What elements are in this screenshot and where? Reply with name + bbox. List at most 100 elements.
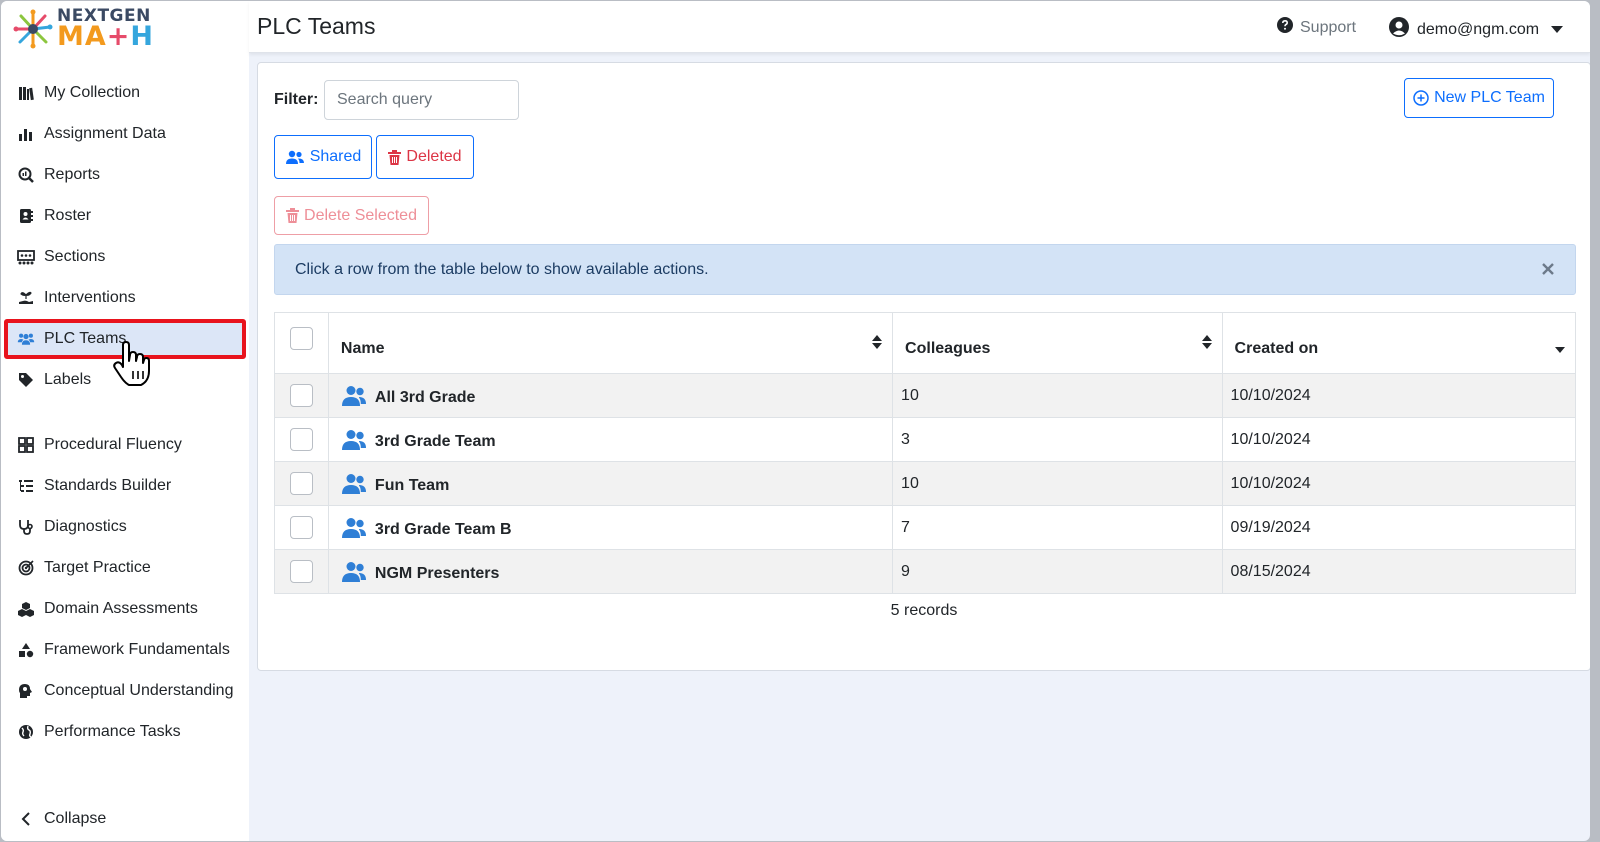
brain-head-icon [17,682,35,700]
created-on-cell: 10/10/2024 [1221,462,1575,505]
row-checkbox[interactable] [289,560,313,583]
colleagues-cell: 9 [892,550,1222,593]
top-header: PLC Teams Support demo@ngm.com [249,1,1590,53]
sidebar: NEXTGEN MA+H My Collection Assignment Da… [1,1,249,841]
sidebar-item-my-collection[interactable]: My Collection [9,73,241,113]
team-name: All 3rd Grade [374,388,476,406]
table-row[interactable]: NGM Presenters 9 08/15/2024 [275,549,1575,593]
shared-button[interactable]: Shared [274,135,372,179]
users-icon [341,473,367,495]
sidebar-item-label: Domain Assessments [44,600,198,617]
sidebar-item-label: Reports [44,166,101,183]
sidebar-item-assignment-data[interactable]: Assignment Data [9,114,241,154]
sidebar-item-reports[interactable]: Reports [9,155,241,195]
sidebar-item-framework-fundamentals[interactable]: Framework Fundamentals [9,630,241,670]
sidebar-item-label: Procedural Fluency [44,436,182,453]
logo-burst-icon [13,9,53,49]
users-icon [341,385,367,407]
sidebar-item-sections[interactable]: Sections [9,237,241,277]
user-circle-icon [1389,17,1409,42]
sidebar-collapse-button[interactable]: Collapse [9,799,241,839]
list-tree-icon [17,477,35,495]
row-select-cell [275,418,328,461]
users-icon [17,330,35,348]
page-title: PLC Teams [257,13,376,39]
table-row[interactable]: Fun Team 10 10/10/2024 [275,461,1575,505]
row-select-cell [275,462,328,505]
logo[interactable]: NEXTGEN MA+H [13,5,163,53]
sidebar-item-label: Interventions [44,289,136,306]
table-row[interactable]: 3rd Grade Team 3 10/10/2024 [275,417,1575,461]
sidebar-item-standards-builder[interactable]: Standards Builder [9,466,241,506]
column-header-label: Created on [1234,340,1319,357]
users-icon [341,561,367,583]
sidebar-item-label: My Collection [44,84,141,101]
select-all-checkbox[interactable] [289,326,313,350]
records-count: 5 records [890,602,958,619]
support-link[interactable]: Support [1277,17,1356,38]
new-plc-team-button[interactable]: New PLC Team [1404,78,1554,118]
trash-icon [286,208,300,223]
hand-pointer-cursor-icon [113,341,150,386]
table-row[interactable]: All 3rd Grade 10 10/10/2024 [275,373,1575,417]
alert-text: Click a row from the table below to show… [295,261,709,278]
sidebar-item-procedural-fluency[interactable]: Procedural Fluency [9,425,241,465]
column-header-created-on[interactable]: Created on [1221,313,1575,373]
sidebar-item-conceptual-understanding[interactable]: Conceptual Understanding [9,671,241,711]
name-cell: 3rd Grade Team B [327,506,892,549]
filter-label: Filter: [274,91,319,108]
plc-teams-card: Filter: New PLC Team Shared Deleted Dele [257,62,1590,671]
search-input[interactable] [324,80,519,120]
sidebar-item-roster[interactable]: Roster [9,196,241,236]
logo-text-bottom: MA+H [57,21,154,52]
row-checkbox[interactable] [289,428,313,451]
name-cell: NGM Presenters [327,550,892,593]
grid-squares-icon [17,436,35,454]
column-header-label: Colleagues [905,340,991,357]
caret-down-icon [1551,21,1564,39]
sidebar-item-label: Framework Fundamentals [44,641,230,658]
created-on-cell: 08/15/2024 [1221,550,1575,593]
plus-circle-icon [1413,90,1429,106]
sidebar-item-label: Roster [44,207,92,224]
plc-teams-table: Name Colleagues Created on All 3rd Grade… [274,312,1576,594]
sidebar-item-target-practice[interactable]: Target Practice [9,548,241,588]
collapse-label: Collapse [44,810,107,827]
sidebar-item-diagnostics[interactable]: Diagnostics [9,507,241,547]
address-book-icon [17,207,35,225]
delete-selected-button[interactable]: Delete Selected [274,196,429,235]
column-header-label: Name [340,340,385,357]
colleagues-cell: 10 [892,462,1222,505]
column-header-name[interactable]: Name [327,313,892,373]
team-name: 3rd Grade Team B [374,520,512,538]
created-on-cell: 09/19/2024 [1221,506,1575,549]
table-row[interactable]: 3rd Grade Team B 7 09/19/2024 [275,505,1575,549]
row-checkbox[interactable] [289,384,313,407]
magnify-chart-icon [17,166,35,184]
sidebar-item-performance-tasks[interactable]: Performance Tasks [9,712,241,752]
created-on-cell: 10/10/2024 [1221,374,1575,417]
user-menu[interactable]: demo@ngm.com [1389,17,1564,42]
close-icon[interactable] [1541,262,1557,278]
deleted-button[interactable]: Deleted [376,135,474,179]
sidebar-item-label: Performance Tasks [44,723,181,740]
target-icon [17,559,35,577]
column-header-colleagues[interactable]: Colleagues [892,313,1222,373]
question-circle-icon [1277,17,1293,38]
row-checkbox[interactable] [289,472,313,495]
sidebar-item-domain-assessments[interactable]: Domain Assessments [9,589,241,629]
hand-seedling-icon [17,289,35,307]
shared-label: Shared [309,148,362,165]
sort-icon [872,335,883,354]
row-select-cell [275,506,328,549]
colleagues-cell: 7 [892,506,1222,549]
deleted-label: Deleted [406,148,462,165]
users-icon [341,429,367,451]
shapes-icon [17,641,35,659]
stethoscope-icon [17,518,35,536]
sidebar-item-interventions[interactable]: Interventions [9,278,241,318]
support-label: Support [1300,18,1357,36]
name-cell: 3rd Grade Team [327,418,892,461]
colleagues-cell: 3 [892,418,1222,461]
row-checkbox[interactable] [289,516,313,539]
